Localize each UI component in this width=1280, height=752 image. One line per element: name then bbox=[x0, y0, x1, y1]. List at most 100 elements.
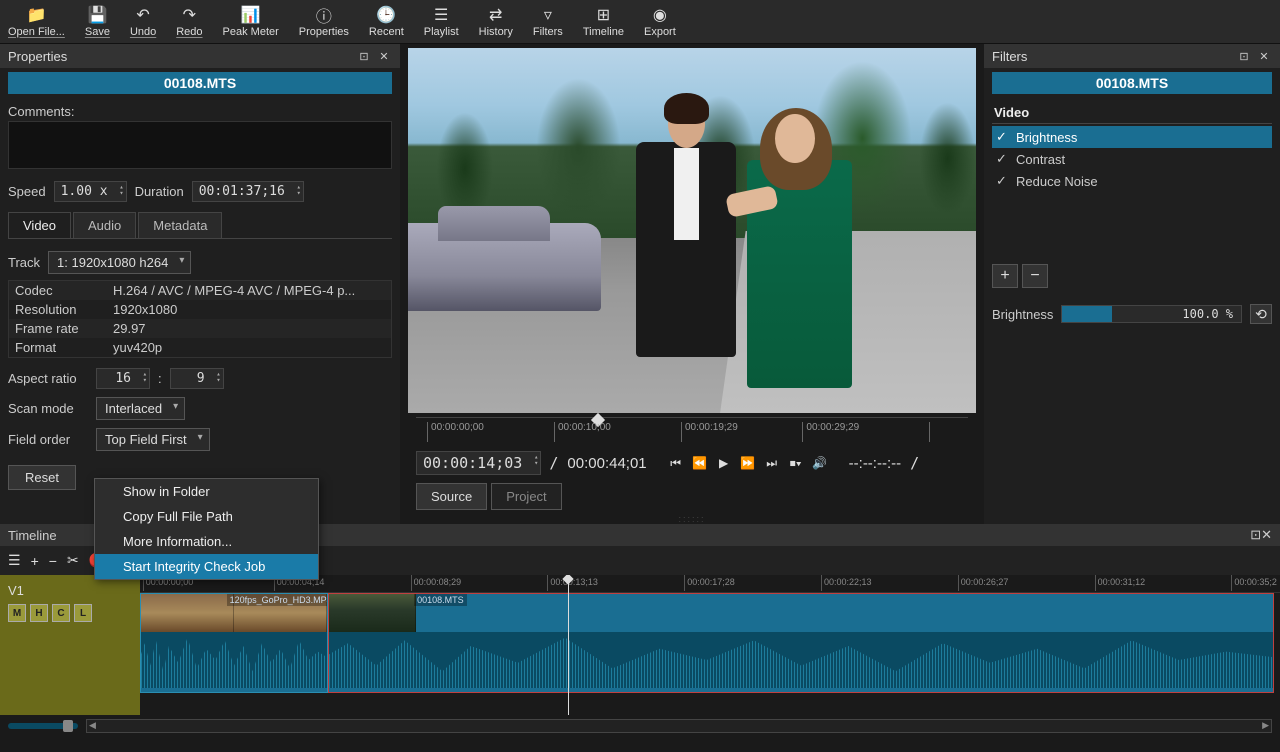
properties-title: Properties bbox=[8, 49, 352, 64]
comments-input[interactable] bbox=[8, 121, 392, 169]
tab-source[interactable]: Source bbox=[416, 483, 487, 510]
undo-button[interactable]: ↶Undo bbox=[130, 6, 156, 38]
track-dropdown[interactable]: 1: 1920x1080 h264 bbox=[48, 251, 191, 274]
menu-copy-path[interactable]: Copy Full File Path bbox=[95, 504, 318, 529]
skip-end-icon[interactable]: ⏭ bbox=[763, 454, 781, 472]
tab-audio[interactable]: Audio bbox=[73, 212, 136, 238]
tab-project[interactable]: Project bbox=[491, 483, 561, 510]
tab-video[interactable]: Video bbox=[8, 212, 71, 238]
clip-name-banner: 00108.MTS bbox=[8, 72, 392, 94]
export-icon: ◉ bbox=[653, 6, 667, 24]
timeline-track-area[interactable]: 00:00:00;00 00:00:04;14 00:00:08;29 00:0… bbox=[140, 575, 1280, 715]
brightness-value: 100.0 % bbox=[1182, 307, 1237, 321]
filter-clip-name: 00108.MTS bbox=[992, 72, 1272, 94]
filter-brightness[interactable]: ✓Brightness bbox=[992, 126, 1272, 148]
video-info-table: CodecH.264 / AVC / MPEG-4 AVC / MPEG-4 p… bbox=[8, 280, 392, 358]
remove-icon[interactable]: − bbox=[49, 553, 57, 569]
video-preview[interactable] bbox=[408, 48, 976, 413]
resolution-value: 1920x1080 bbox=[113, 302, 385, 317]
aspect-w-spinner[interactable]: 16 bbox=[96, 368, 150, 389]
split-icon[interactable]: ✂ bbox=[67, 552, 79, 569]
compose-toggle[interactable]: C bbox=[52, 604, 70, 622]
remove-filter-button[interactable]: − bbox=[1022, 264, 1048, 288]
play-icon[interactable]: ▶ bbox=[715, 454, 733, 472]
brightness-slider[interactable]: 100.0 % bbox=[1061, 305, 1242, 323]
timeline-playhead[interactable] bbox=[568, 575, 569, 715]
detach-icon[interactable]: ⊡ bbox=[1250, 527, 1261, 543]
clip-label: 120fps_GoPro_HD3.MP4 bbox=[227, 594, 329, 606]
resolution-label: Resolution bbox=[15, 302, 113, 317]
properties-header: Properties ⊡ ✕ bbox=[0, 44, 400, 68]
tab-metadata[interactable]: Metadata bbox=[138, 212, 222, 238]
rewind-icon[interactable]: ⏪ bbox=[691, 454, 709, 472]
duration-label: Duration bbox=[135, 184, 184, 199]
redo-icon: ↷ bbox=[183, 6, 196, 24]
history-button[interactable]: ⇄History bbox=[479, 6, 513, 38]
field-dropdown[interactable]: Top Field First bbox=[96, 428, 210, 451]
redo-button[interactable]: ↷Redo bbox=[176, 6, 202, 38]
filter-reduce-noise[interactable]: ✓Reduce Noise bbox=[992, 170, 1272, 192]
detach-icon[interactable]: ⊡ bbox=[356, 48, 372, 64]
current-timecode[interactable]: 00:00:14;03 bbox=[416, 451, 541, 475]
clip-label: 00108.MTS bbox=[414, 594, 467, 606]
transport-bar: 00:00:14;03 / 00:00:44;01 ⏮ ⏪ ▶ ⏩ ⏭ ⏹▾ 🔊… bbox=[404, 447, 980, 479]
volume-icon[interactable]: 🔊 bbox=[811, 454, 829, 472]
undo-icon: ↶ bbox=[136, 6, 149, 24]
filters-button[interactable]: ▿Filters bbox=[533, 6, 563, 38]
open-file-button[interactable]: 📁Open File... bbox=[8, 6, 65, 38]
check-icon: ✓ bbox=[996, 151, 1008, 167]
stop-icon[interactable]: ⏹▾ bbox=[787, 454, 805, 472]
info-icon: ⓘ bbox=[316, 6, 332, 24]
detach-icon[interactable]: ⊡ bbox=[1236, 48, 1252, 64]
scan-dropdown[interactable]: Interlaced bbox=[96, 397, 185, 420]
timeline-icon: ⊞ bbox=[597, 6, 610, 24]
reset-button[interactable]: Reset bbox=[8, 465, 76, 490]
timeline-clip-2[interactable]: 00108.MTS bbox=[328, 593, 1274, 693]
add-filter-button[interactable]: + bbox=[992, 264, 1018, 288]
drag-handle-icon[interactable]: :::::: bbox=[404, 514, 980, 524]
brightness-label: Brightness bbox=[992, 307, 1053, 322]
aspect-h-spinner[interactable]: 9 bbox=[170, 368, 224, 389]
close-icon[interactable]: ✕ bbox=[1256, 48, 1272, 64]
speed-spinner[interactable]: 1.00 x bbox=[54, 181, 127, 202]
menu-integrity-check[interactable]: Start Integrity Check Job bbox=[95, 554, 318, 579]
skip-start-icon[interactable]: ⏮ bbox=[667, 454, 685, 472]
list-icon: ☰ bbox=[434, 6, 448, 24]
reset-param-icon[interactable]: ⟲ bbox=[1250, 304, 1272, 324]
add-icon[interactable]: + bbox=[31, 553, 39, 569]
codec-value: H.264 / AVC / MPEG-4 AVC / MPEG-4 p... bbox=[113, 283, 385, 298]
scan-label: Scan mode bbox=[8, 401, 88, 416]
close-icon[interactable]: ✕ bbox=[1261, 527, 1272, 543]
playlist-button[interactable]: ☰Playlist bbox=[424, 6, 459, 38]
timeline-button[interactable]: ⊞Timeline bbox=[583, 6, 624, 38]
framerate-label: Frame rate bbox=[15, 321, 113, 336]
zoom-slider[interactable] bbox=[8, 723, 78, 729]
lock-toggle[interactable]: L bbox=[74, 604, 92, 622]
hide-toggle[interactable]: H bbox=[30, 604, 48, 622]
menu-more-info[interactable]: More Information... bbox=[95, 529, 318, 554]
filters-title: Filters bbox=[992, 49, 1232, 64]
close-icon[interactable]: ✕ bbox=[376, 48, 392, 64]
comments-label: Comments: bbox=[8, 102, 392, 121]
preview-ruler[interactable]: 00:00:00;00 00:00:10;00 00:00:19;29 00:0… bbox=[416, 417, 968, 447]
peak-meter-button[interactable]: 📊Peak Meter bbox=[223, 6, 279, 38]
properties-button[interactable]: ⓘProperties bbox=[299, 6, 349, 38]
duration-spinner[interactable]: 00:01:37;16 bbox=[192, 181, 304, 202]
track-header: V1 M H C L bbox=[0, 575, 140, 715]
mute-toggle[interactable]: M bbox=[8, 604, 26, 622]
forward-icon[interactable]: ⏩ bbox=[739, 454, 757, 472]
folder-icon: 📁 bbox=[26, 6, 46, 24]
timeline-scrollbar[interactable] bbox=[86, 719, 1272, 733]
filter-contrast[interactable]: ✓Contrast bbox=[992, 148, 1272, 170]
export-button[interactable]: ◉Export bbox=[644, 6, 676, 38]
funnel-icon: ▿ bbox=[544, 6, 552, 24]
save-icon: 💾 bbox=[87, 6, 107, 24]
recent-button[interactable]: 🕒Recent bbox=[369, 6, 404, 38]
timeline-clip-1[interactable]: 120fps_GoPro_HD3.MP4 bbox=[140, 593, 328, 693]
menu-show-in-folder[interactable]: Show in Folder bbox=[95, 479, 318, 504]
menu-icon[interactable]: ☰ bbox=[8, 552, 21, 569]
total-timecode: / 00:00:44;01 bbox=[549, 454, 646, 472]
check-icon: ✓ bbox=[996, 129, 1008, 145]
context-menu: Show in Folder Copy Full File Path More … bbox=[94, 478, 319, 580]
save-button[interactable]: 💾Save bbox=[85, 6, 110, 38]
